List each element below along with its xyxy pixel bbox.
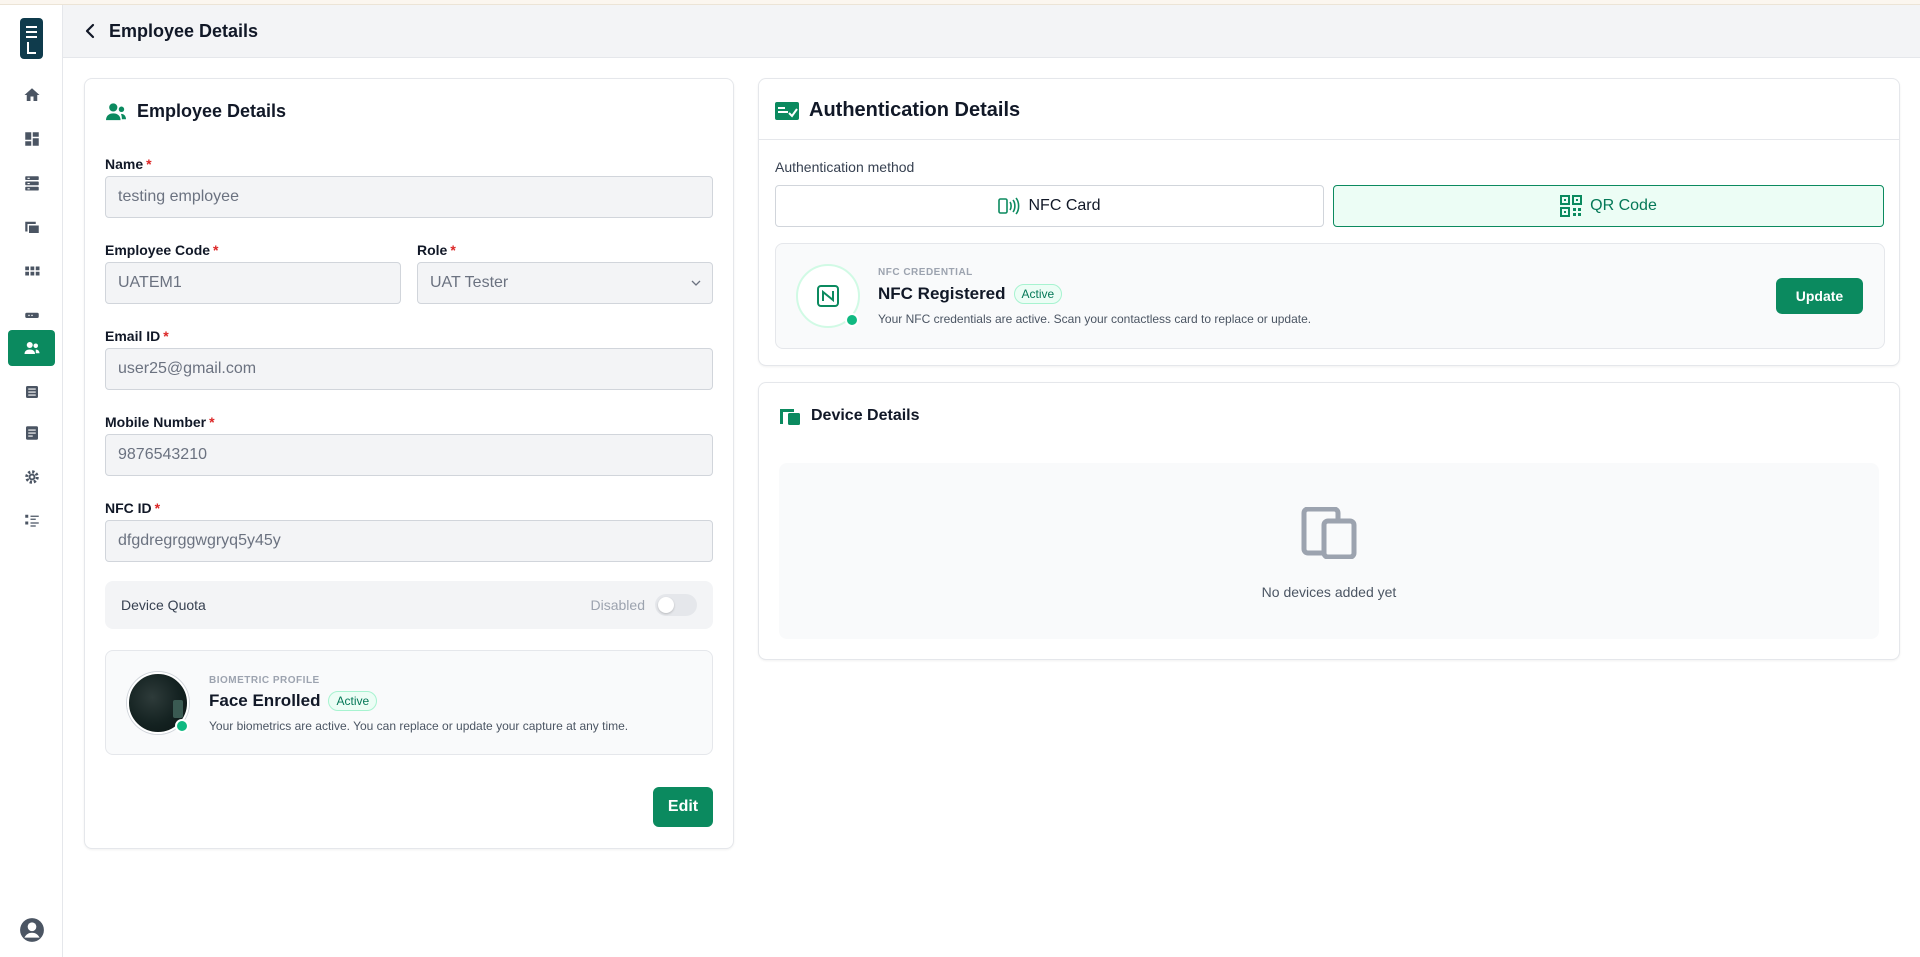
auth-method-label: Authentication method [775,159,915,175]
qr-code-icon [1560,195,1583,217]
sidebar-item-list[interactable] [8,374,55,410]
settings-icon [24,470,39,484]
back-button[interactable] [79,20,101,42]
users-icon [24,342,39,354]
nfc-card-option-label: NFC Card [1028,197,1101,214]
biometric-title: Face Enrolled Active [209,691,378,711]
auth-card-title: Authentication Details [809,99,1021,121]
nfc-signal-icon [998,197,1020,215]
gateway-icon [24,312,39,318]
report-icon [25,426,38,440]
employee-card-title: Employee Details [137,101,287,121]
app-logo[interactable] [20,18,43,59]
status-dot [845,313,859,327]
mobile-label: Mobile Number * [105,414,215,430]
page-header: Employee Details [63,5,1920,58]
grid-icon [24,266,39,276]
biometric-caption: BIOMETRIC PROFILE [209,675,320,686]
authentication-details-card: Authentication Details Authentication me… [758,78,1900,366]
name-label: Name * [105,156,152,172]
nfc-card-option[interactable]: NFC Card [775,185,1324,227]
sidebar-item-settings[interactable] [8,459,55,495]
qr-code-option-label: QR Code [1590,197,1657,214]
status-badge: Active [1013,284,1063,304]
users-icon [106,102,126,120]
sidebar-item-server[interactable] [8,165,55,201]
device-details-card: Device Details No devices added yet [758,382,1900,660]
employee-card-header: Employee Details [105,101,286,122]
chevron-left-icon [85,23,95,39]
device-card-header: Device Details [779,406,920,426]
server-icon [24,176,39,191]
mobile-field[interactable]: 9876543210 [105,434,713,476]
email-label: Email ID * [105,328,169,344]
checklist-icon [24,514,39,527]
devices-empty-icon [1301,507,1357,559]
device-quota-label: Device Quota [121,597,206,613]
sidebar-item-checklist[interactable] [8,502,55,538]
sidebar-item-gateway[interactable] [8,297,55,333]
chevron-down-icon [691,280,701,286]
role-label: Role * [417,242,456,258]
device-quota-toggle[interactable] [655,594,697,616]
nfc-icon [817,285,839,307]
device-quota-row: Device Quota Disabled [105,581,713,629]
devices-icon [24,221,39,233]
nfc-credential-description: Your NFC credentials are active. Scan yo… [878,312,1312,326]
id-card-icon [775,101,799,120]
role-select[interactable]: UAT Tester [417,262,713,304]
devices-empty-state: No devices added yet [779,463,1879,639]
page-title: Employee Details [109,20,259,41]
home-icon [24,88,39,101]
nfc-id-label: NFC ID * [105,500,161,516]
name-field[interactable]: testing employee [105,176,713,218]
nfc-credential-title: NFC Registered Active [878,284,1063,304]
email-field[interactable]: user25@gmail.com [105,348,713,390]
sidebar-item-home[interactable] [8,77,55,113]
divider [759,139,1899,140]
employee-code-label: Employee Code * [105,242,219,258]
employee-details-card: Employee Details Name * testing employee … [84,78,734,849]
sidebar-item-reports[interactable] [8,415,55,451]
sidebar-item-devices[interactable] [8,209,55,245]
sidebar-item-dashboard[interactable] [8,121,55,157]
biometric-profile-panel: BIOMETRIC PROFILE Face Enrolled Active Y… [105,650,713,755]
edit-button[interactable]: Edit [653,787,713,827]
device-quota-status: Disabled [590,597,645,613]
dashboard-icon [24,132,39,146]
device-card-title: Device Details [811,407,920,424]
nfc-credential-caption: NFC CREDENTIAL [878,267,973,278]
role-select-value: UAT Tester [430,274,509,291]
sidebar-item-employees[interactable] [8,330,55,366]
user-avatar-icon[interactable] [19,917,45,943]
list-icon [25,386,38,398]
empty-message: No devices added yet [1261,584,1397,600]
biometric-description: Your biometrics are active. You can repl… [209,719,629,733]
update-button[interactable]: Update [1776,278,1863,314]
qr-code-option[interactable]: QR Code [1333,185,1884,227]
nfc-id-field[interactable]: dfgdregrggwgryq5y45y [105,520,713,562]
nfc-credential-panel: NFC CREDENTIAL NFC Registered Active You… [775,243,1885,349]
employee-code-field[interactable]: UATEM1 [105,262,401,304]
sidebar [0,5,63,957]
status-dot [175,719,189,733]
sidebar-item-grid[interactable] [8,253,55,289]
status-badge: Active [328,691,378,711]
auth-card-header: Authentication Details [775,99,1020,122]
devices-icon [780,409,800,425]
